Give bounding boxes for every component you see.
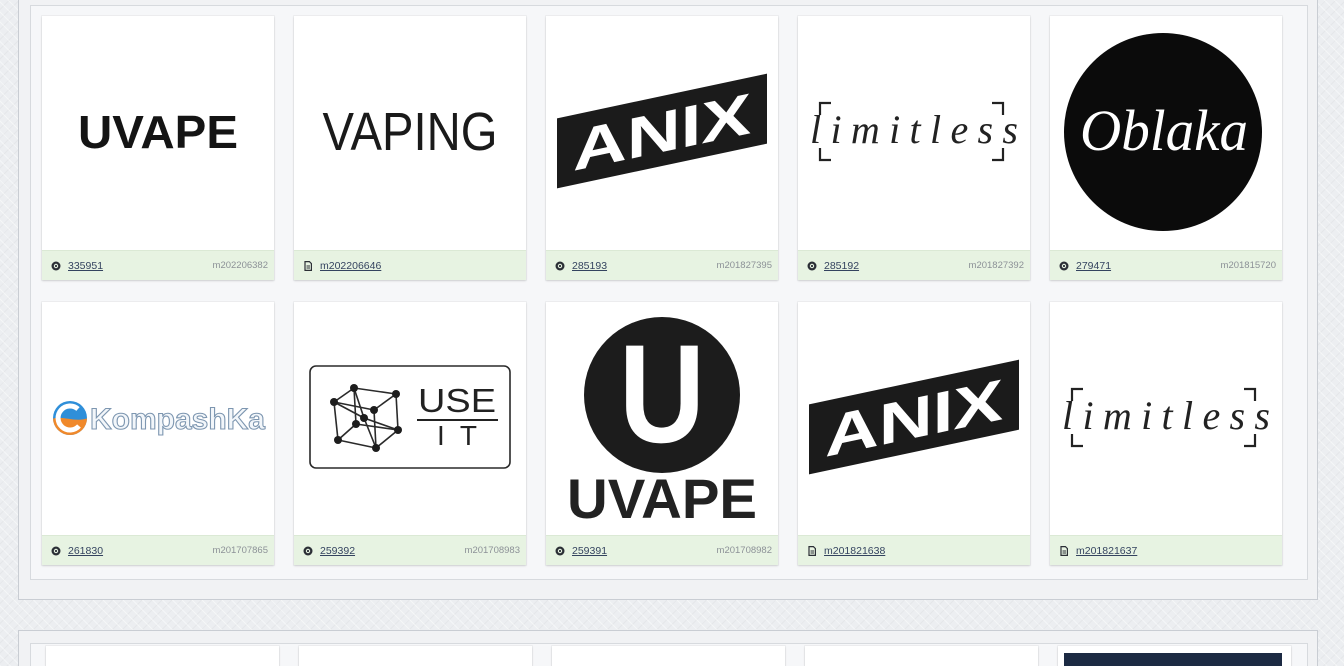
trademark-number-link[interactable]: 259392: [320, 545, 355, 557]
logo-text: UVAPE: [567, 467, 757, 530]
bracketed-script-logo: limitless: [1062, 387, 1270, 448]
card-footer: 335951 m202206382: [42, 250, 274, 280]
trademark-image[interactable]: ANIX: [798, 302, 1030, 535]
trademark-number-link[interactable]: 279471: [1076, 260, 1111, 272]
card-footer: 285193 m201827395: [546, 250, 778, 280]
logo-text: UVAPE: [78, 106, 238, 158]
trademark-card[interactable]: [552, 646, 785, 666]
registered-icon: [51, 261, 61, 270]
trademark-image[interactable]: VAPING: [294, 16, 526, 250]
logo-text: VAPING: [323, 102, 498, 162]
results-frame: [30, 643, 1308, 666]
document-icon: [808, 545, 816, 556]
logo-letter: U: [619, 315, 705, 472]
document-icon: [304, 260, 312, 271]
logo-text: limitless: [1062, 393, 1270, 438]
trademark-number-link[interactable]: m201821637: [1076, 545, 1137, 557]
results-frame: UVAPE 335951 m202206382 VAPING m202206646 AN…: [30, 5, 1308, 580]
application-number: m201707865: [212, 545, 268, 556]
trademark-image[interactable]: [1058, 646, 1291, 666]
registered-icon: [807, 261, 817, 270]
network-box-logo: USE IT: [309, 365, 511, 469]
application-number: m202206382: [212, 260, 268, 271]
trademark-image[interactable]: limitless: [798, 16, 1030, 250]
application-number: m201827395: [716, 260, 772, 271]
skewed-banner: ANIX: [557, 73, 767, 189]
trademark-image[interactable]: limitless: [1050, 302, 1282, 535]
card-footer: 259391 m201708982: [546, 535, 778, 565]
trademark-image[interactable]: [805, 646, 1038, 666]
registered-icon: [555, 546, 565, 555]
application-number: m201708983: [464, 545, 520, 556]
circle-letter-wordmark-logo: U UVAPE: [567, 315, 757, 530]
results-grid: [31, 644, 1307, 666]
dark-logo-image: [1064, 653, 1282, 666]
trademark-card[interactable]: U UVAPE 259391 m201708982: [546, 302, 778, 565]
logo-text: Oblaka: [1080, 98, 1248, 163]
trademark-number-link[interactable]: 285193: [572, 260, 607, 272]
logo-text: USE: [418, 382, 496, 419]
trademark-card[interactable]: limitless m201821637: [1050, 302, 1282, 565]
trademark-image[interactable]: [299, 646, 532, 666]
registered-icon: [555, 261, 565, 270]
trademark-image[interactable]: USE IT: [294, 302, 526, 535]
trademark-card[interactable]: ANIX 285193 m201827395: [546, 16, 778, 280]
trademark-number-link[interactable]: m202206646: [320, 260, 381, 272]
bold-wordmark-logo: UVAPE: [78, 106, 238, 158]
trademark-card[interactable]: UVAPE 335951 m202206382: [42, 16, 274, 280]
registered-icon: [51, 546, 61, 555]
skewed-banner-logo: ANIX: [557, 73, 767, 189]
application-number: m201815720: [1220, 260, 1276, 271]
logo-text: KompashKa: [90, 403, 265, 436]
results-grid: UVAPE 335951 m202206382 VAPING m202206646 AN…: [31, 6, 1307, 565]
trademark-number-link[interactable]: 285192: [824, 260, 859, 272]
results-panel: UVAPE 335951 m202206382 VAPING m202206646 AN…: [18, 0, 1318, 600]
trademark-image[interactable]: [552, 646, 785, 666]
compass-wordmark-logo: KompashKa: [53, 401, 266, 437]
card-footer: 279471 m201815720: [1050, 250, 1282, 280]
trademark-card[interactable]: KompashKa 261830 m201707865: [42, 302, 274, 565]
card-footer: 259392 m201708983: [294, 535, 526, 565]
card-footer: m201821638: [798, 535, 1030, 565]
card-footer: m202206646: [294, 250, 526, 280]
regular-wordmark-logo: VAPING: [323, 102, 498, 162]
circle-script-logo: Oblaka: [1064, 33, 1262, 231]
trademark-number-link[interactable]: m201821638: [824, 545, 885, 557]
card-footer: 261830 m201707865: [42, 535, 274, 565]
results-panel: [18, 630, 1318, 666]
trademark-image[interactable]: Oblaka: [1050, 16, 1282, 250]
trademark-card[interactable]: USE IT 259392 m201708983: [294, 302, 526, 565]
application-number: m201708982: [716, 545, 772, 556]
document-icon: [1060, 545, 1068, 556]
trademark-card[interactable]: [805, 646, 1038, 666]
trademark-card[interactable]: ANIX m201821638: [798, 302, 1030, 565]
trademark-image[interactable]: UVAPE: [42, 16, 274, 250]
trademark-card[interactable]: [299, 646, 532, 666]
application-number: m201827392: [968, 260, 1024, 271]
skewed-banner: ANIX: [809, 359, 1019, 475]
registered-icon: [303, 546, 313, 555]
skewed-banner-logo: ANIX: [809, 359, 1019, 475]
trademark-image[interactable]: ANIX: [546, 16, 778, 250]
trademark-card[interactable]: VAPING m202206646: [294, 16, 526, 280]
trademark-card[interactable]: limitless 285192 m201827392: [798, 16, 1030, 280]
card-footer: 285192 m201827392: [798, 250, 1030, 280]
trademark-image[interactable]: KompashKa: [42, 302, 274, 535]
trademark-image[interactable]: U UVAPE: [546, 302, 778, 535]
registered-icon: [1059, 261, 1069, 270]
compass-emblem: [53, 401, 87, 435]
trademark-image[interactable]: [46, 646, 279, 666]
trademark-card[interactable]: Oblaka 279471 m201815720: [1050, 16, 1282, 280]
trademark-number-link[interactable]: 259391: [572, 545, 607, 557]
trademark-number-link[interactable]: 335951: [68, 260, 103, 272]
logo-text: limitless: [810, 107, 1018, 152]
bracketed-script-logo: limitless: [810, 101, 1018, 162]
card-footer: m201821637: [1050, 535, 1282, 565]
trademark-card[interactable]: [1058, 646, 1291, 666]
trademark-number-link[interactable]: 261830: [68, 545, 103, 557]
trademark-card[interactable]: [46, 646, 279, 666]
